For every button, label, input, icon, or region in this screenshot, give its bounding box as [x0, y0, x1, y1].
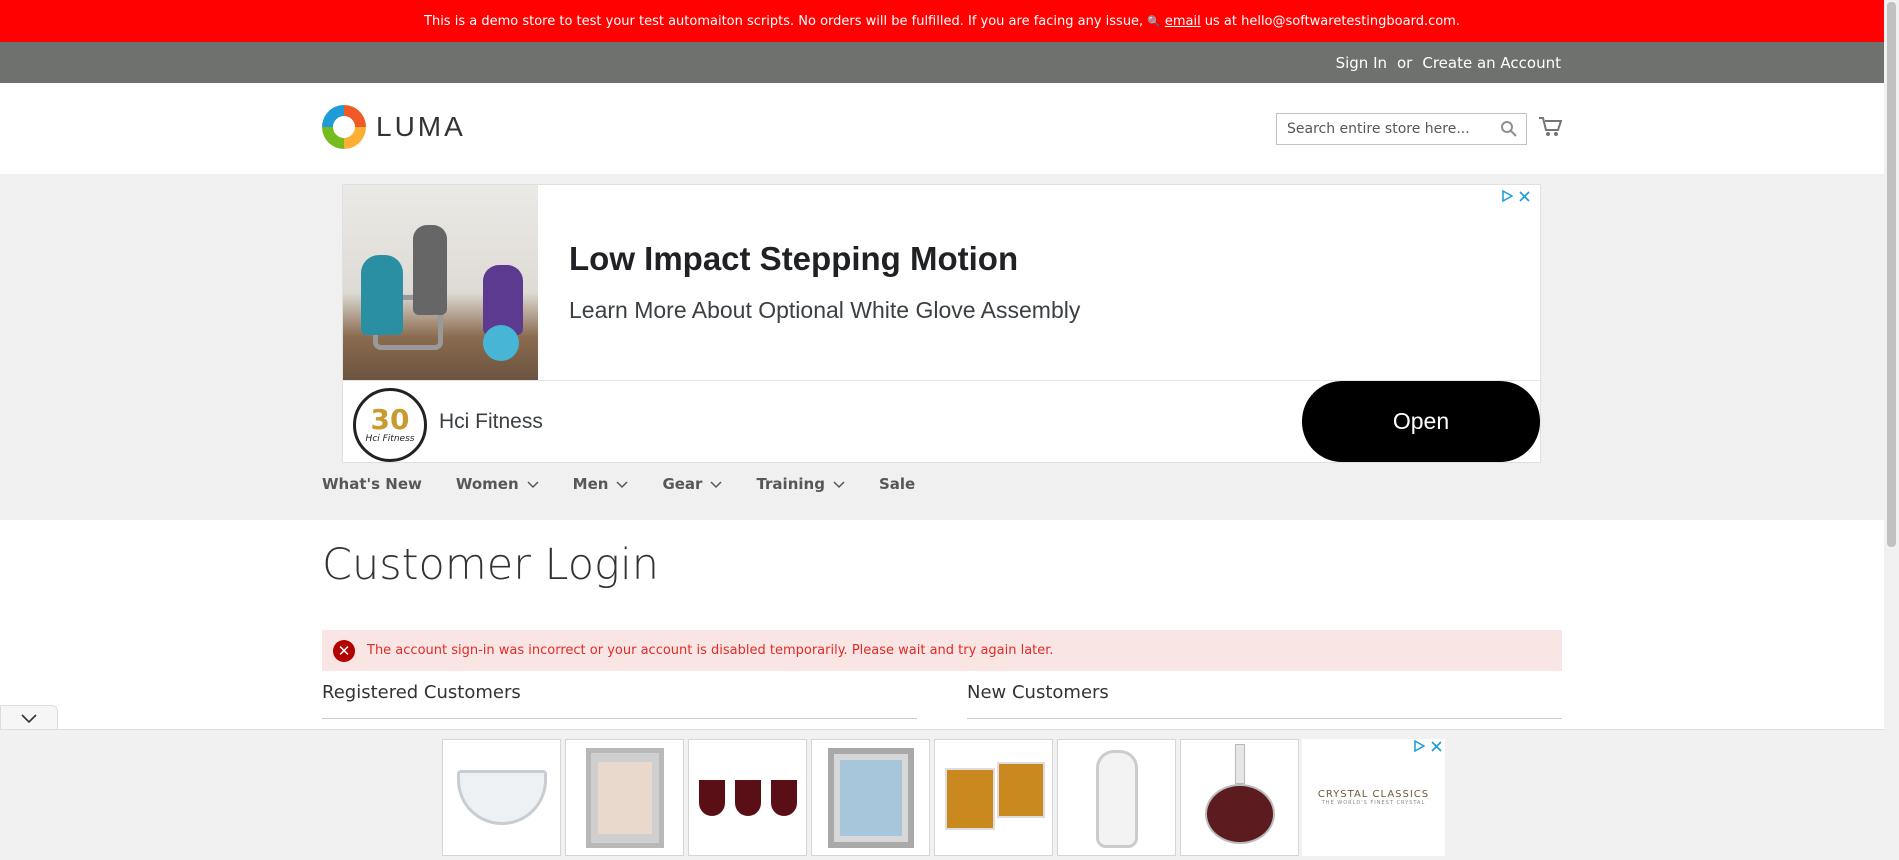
ad-brand-name: Hci Fitness — [439, 410, 543, 433]
nav-item-gear[interactable]: Gear — [662, 475, 722, 493]
chevron-down-icon — [833, 475, 845, 493]
ad-area: Low Impact Stepping Motion Learn More Ab… — [0, 174, 1884, 520]
nav-label: Men — [572, 475, 609, 493]
bottom-ad-tagline: THE WORLD'S FINEST CRYSTAL — [1321, 800, 1426, 806]
page-scrollbar[interactable] — [1884, 0, 1899, 860]
scrollbar-thumb[interactable] — [1887, 2, 1896, 547]
product-thumbnail[interactable] — [442, 739, 561, 856]
section-divider — [967, 718, 1562, 719]
ad-photo — [343, 185, 538, 380]
display-ad[interactable]: Low Impact Stepping Motion Learn More Ab… — [342, 184, 1542, 463]
demo-notice-text-after: us at hello@softwaretestingboard.com. — [1204, 13, 1460, 29]
ad-choices — [1501, 187, 1530, 206]
ad-headline: Low Impact Stepping Motion — [569, 240, 1019, 277]
badge-number: 30 — [370, 403, 410, 436]
chevron-down-icon — [527, 475, 539, 493]
create-account-link[interactable]: Create an Account — [1422, 54, 1561, 72]
panel-header: Sign In or Create an Account — [0, 42, 1884, 83]
ad-choices-icon[interactable] — [1501, 187, 1514, 206]
error-alert: ✕ The account sign-in was incorrect or y… — [322, 630, 1562, 671]
product-thumbnail[interactable] — [1180, 739, 1299, 856]
nav-item-women[interactable]: Women — [456, 475, 539, 493]
luma-logo[interactable]: LUMA — [322, 105, 466, 149]
magnifier-icon: 🔍 — [1147, 14, 1161, 28]
demo-notice-text: This is a demo store to test your test a… — [424, 13, 1144, 29]
error-icon: ✕ — [333, 639, 355, 662]
luma-logo-icon — [322, 105, 366, 149]
product-thumbnail[interactable] — [565, 739, 684, 856]
section-divider — [322, 718, 917, 719]
site-header: LUMA — [0, 83, 1884, 174]
cart-icon[interactable] — [1538, 116, 1563, 142]
search-input[interactable] — [1277, 114, 1492, 144]
nav-label: Training — [756, 475, 825, 493]
close-ad-icon[interactable] — [1431, 737, 1442, 756]
header-links: Sign In or Create an Account — [1336, 42, 1561, 83]
ad-brand-badge: 30 Hci Fitness — [353, 388, 427, 462]
bottom-ad-choices — [1413, 737, 1442, 756]
nav-item-sale[interactable]: Sale — [879, 475, 915, 493]
search-box — [1276, 113, 1527, 145]
new-customers-title: New Customers — [967, 682, 1109, 703]
ad-subline: Learn More About Optional White Glove As… — [569, 297, 1081, 323]
product-thumbnail[interactable] — [1057, 739, 1176, 856]
close-ad-icon[interactable] — [1519, 187, 1530, 206]
search-icon[interactable] — [1500, 120, 1518, 142]
nav-item-men[interactable]: Men — [573, 475, 629, 493]
page-title: Customer Login — [322, 540, 660, 590]
demo-notice-banner: This is a demo store to test your test a… — [0, 0, 1884, 42]
logo-text: LUMA — [376, 111, 466, 142]
error-message: The account sign-in was incorrect or you… — [367, 643, 1054, 658]
product-thumbnail[interactable] — [688, 739, 807, 856]
collapse-ad-button[interactable] — [0, 705, 58, 730]
product-thumbnail[interactable] — [934, 739, 1053, 856]
bottom-ad-brand: CRYSTAL CLASSICS — [1317, 789, 1430, 800]
nav-item-training[interactable]: Training — [756, 475, 845, 493]
registered-customers-title: Registered Customers — [322, 682, 521, 703]
nav-label: What's New — [322, 475, 422, 493]
chevron-down-icon — [21, 709, 37, 728]
ad-open-button[interactable]: Open — [1302, 381, 1540, 462]
main-navigation: What's New Women Men Gear Training Sale — [322, 475, 949, 493]
badge-name: Hci Fitness — [365, 434, 415, 444]
nav-item-whats-new[interactable]: What's New — [322, 475, 422, 493]
chevron-down-icon — [616, 475, 628, 493]
ad-product-thumbnails — [442, 739, 1299, 856]
sign-in-link[interactable]: Sign In — [1336, 54, 1387, 72]
email-link[interactable]: email — [1165, 14, 1201, 29]
chevron-down-icon — [710, 475, 722, 493]
product-thumbnail[interactable] — [811, 739, 930, 856]
or-separator: or — [1397, 53, 1413, 72]
crystal-classics-logo[interactable]: CRYSTAL CLASSICS THE WORLD'S FINEST CRYS… — [1302, 739, 1445, 856]
ad-choices-icon[interactable] — [1413, 737, 1426, 756]
nav-label: Women — [455, 475, 519, 493]
nav-label: Gear — [662, 475, 703, 493]
nav-label: Sale — [878, 475, 916, 493]
